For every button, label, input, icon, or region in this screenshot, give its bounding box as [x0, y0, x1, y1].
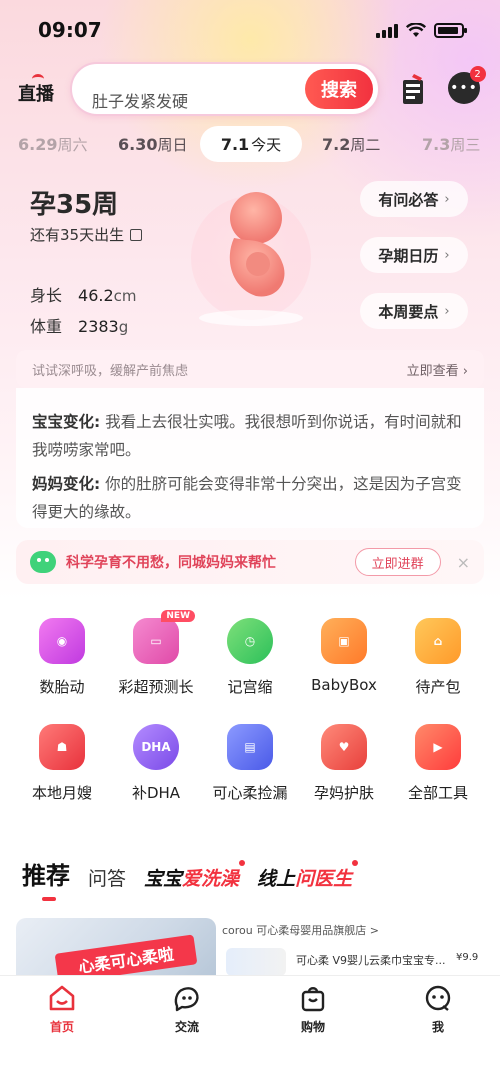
sign-in-icon[interactable]: [400, 72, 426, 106]
date-selector: 6.29周六 6.30周日 7.1 今天 7.2周二 7.3周三: [0, 126, 500, 162]
weight-metric: 体重 2383g: [30, 313, 128, 337]
community-icon: [174, 987, 199, 1012]
date-item[interactable]: 6.29周六: [18, 134, 88, 155]
battery-icon: [434, 22, 467, 38]
status-time: 09:07: [38, 18, 102, 42]
close-icon[interactable]: ×: [457, 553, 470, 572]
date-item[interactable]: 7.2周二: [322, 134, 380, 155]
tool-delivery-bag[interactable]: ⌂ 待产包: [388, 618, 488, 697]
new-badge: NEW: [161, 610, 195, 622]
product-thumbnail[interactable]: [226, 948, 286, 976]
tip-text: 试试深呼吸，缓解产前焦虑: [32, 363, 189, 379]
date-item[interactable]: 7.3周三: [422, 134, 480, 155]
chevron-right-icon: ›: [444, 247, 450, 263]
status-icons: [376, 22, 467, 38]
feed-tabs: 推荐 问答 宝宝爱洗澡 线上问医生: [22, 856, 359, 901]
nav-shopping[interactable]: 购物: [273, 984, 353, 1035]
baby-change: 宝宝变化: 我看上去很壮实哦。我很想听到你说话，有时间就和我唠唠家常吧。: [32, 413, 462, 459]
dha-icon: DHA: [133, 724, 179, 770]
fetus-illustration: [191, 192, 311, 326]
tip-link[interactable]: 立即查看 ›: [407, 360, 468, 379]
tool-local-nanny[interactable]: ☗ 本地月嫂: [12, 724, 112, 803]
due-text: 还有35天出生: [30, 226, 125, 244]
tool-babybox[interactable]: ▣ BabyBox: [294, 618, 394, 694]
live-indicator-icon: [32, 74, 44, 84]
tab-qa[interactable]: 问答: [88, 864, 126, 891]
pregnancy-calendar-button[interactable]: 孕期日历 ›: [360, 237, 468, 273]
tool-skincare[interactable]: ♥ 孕妈护肤: [294, 724, 394, 803]
height-value: 46.2: [78, 286, 114, 305]
promo-text: 科学孕育不用愁，同城妈妈来帮忙: [66, 555, 276, 571]
tool-fetal-movement[interactable]: ◉ 数胎动: [12, 618, 112, 697]
bottom-nav: 首页 交流 购物 我: [0, 975, 500, 1068]
live-label: 直播: [18, 84, 54, 105]
weekly-changes: 宝宝变化: 我看上去很壮实哦。我很想听到你说话，有时间就和我唠唠家常吧。 妈妈变…: [16, 388, 484, 528]
weekly-highlights-button[interactable]: 本周要点 ›: [360, 293, 468, 329]
weight-value: 2383: [78, 317, 119, 336]
babybox-icon: ▣: [321, 618, 367, 664]
weight-unit: g: [118, 318, 129, 336]
date-item[interactable]: 6.30周日: [118, 134, 188, 155]
tool-deal[interactable]: ▤ 可心柔捡漏: [200, 724, 300, 803]
community-promo-banner[interactable]: 科学孕育不用愁，同城妈妈来帮忙 立即进群 ×: [16, 540, 484, 584]
chevron-right-icon: ›: [444, 191, 450, 207]
message-icon[interactable]: ••• 2: [448, 66, 486, 104]
tool-ultrasound[interactable]: ▭ NEW 彩超预测长: [106, 610, 206, 697]
height-label: 身长: [30, 286, 63, 305]
mascot-icon: [30, 551, 56, 573]
live-button[interactable]: 直播: [18, 74, 54, 106]
nav-profile[interactable]: 我: [398, 984, 478, 1035]
tab-recommend[interactable]: 推荐: [22, 856, 70, 901]
weight-label: 体重: [30, 317, 63, 336]
chevron-right-icon: ›: [444, 303, 450, 319]
fetal-movement-icon: ◉: [39, 618, 85, 664]
tool-all[interactable]: ▶ 全部工具: [388, 724, 488, 803]
cellular-signal-icon: [376, 22, 398, 38]
shopping-bag-icon: [301, 987, 325, 1012]
date-item-today[interactable]: 7.1 今天: [200, 126, 302, 162]
contraction-timer-icon: ◷: [227, 618, 273, 664]
edit-icon[interactable]: [130, 228, 143, 241]
tool-dha[interactable]: DHA 补DHA: [106, 724, 206, 803]
delivery-bag-icon: ⌂: [415, 618, 461, 664]
notification-dot: [352, 860, 359, 866]
deal-box-icon: ▤: [227, 724, 273, 770]
feed-sticker: 心柔可心柔啦: [54, 934, 198, 978]
message-badge: 2: [470, 66, 486, 82]
height-unit: cm: [113, 287, 137, 305]
tab-online-doctor[interactable]: 线上问医生: [257, 860, 359, 891]
tool-contraction[interactable]: ◷ 记宫缩: [200, 618, 300, 697]
home-icon: [49, 985, 75, 1011]
notification-dot: [239, 860, 246, 866]
wifi-icon: [406, 22, 426, 37]
product-price: ¥9.9: [456, 952, 479, 963]
profile-icon: [425, 985, 451, 1011]
mom-change: 妈妈变化: 你的肚脐可能会变得非常十分突出，这是因为子宫变得更大的缘故。: [32, 475, 462, 521]
faq-button[interactable]: 有问必答 ›: [360, 181, 468, 217]
join-group-button[interactable]: 立即进群: [354, 548, 441, 576]
nanny-icon: ☗: [39, 724, 85, 770]
tab-baby-bath[interactable]: 宝宝爱洗澡: [144, 860, 246, 891]
nav-community[interactable]: 交流: [147, 984, 227, 1035]
height-metric: 身长 46.2cm: [30, 282, 137, 306]
all-tools-icon: ▶: [415, 724, 461, 770]
ultrasound-icon: ▭ NEW: [133, 610, 195, 664]
nav-home[interactable]: 首页: [22, 984, 102, 1035]
search-button[interactable]: 搜索: [305, 69, 373, 109]
pregnancy-week: 孕35周: [30, 190, 119, 220]
search-placeholder: 肚子发紧发硬: [92, 92, 189, 111]
skincare-icon: ♥: [321, 724, 367, 770]
search-bar[interactable]: 肚子发紧发硬 搜索: [70, 62, 380, 116]
due-countdown[interactable]: 还有35天出生: [30, 224, 143, 245]
shop-name[interactable]: corou 可心柔母婴用品旗舰店 >: [222, 922, 379, 938]
feed-card-image[interactable]: 心柔可心柔啦: [16, 918, 216, 978]
product-title[interactable]: 可心柔 V9婴儿云柔巾宝宝专...: [296, 952, 446, 968]
tip-bar[interactable]: 试试深呼吸，缓解产前焦虑 立即查看 ›: [16, 350, 484, 388]
